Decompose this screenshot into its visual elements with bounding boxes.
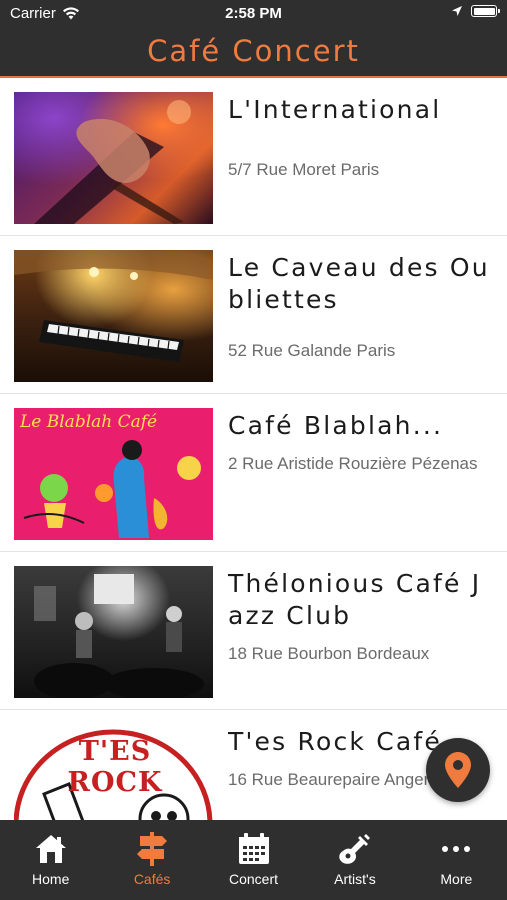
tab-label: Concert: [229, 871, 279, 887]
cafe-list[interactable]: L'International 5/7 Rue Moret Paris Le C…: [0, 78, 507, 820]
home-icon: [35, 835, 66, 863]
status-time: 2:58 PM: [225, 5, 282, 22]
page-title: Café Concert: [147, 34, 360, 68]
cafe-name: Thélonious Café Jazz Club: [228, 569, 482, 630]
cafe-row[interactable]: Le Blablah Café Café Blablah... 2 Rue Ar…: [0, 394, 507, 552]
tab-more[interactable]: More: [406, 820, 507, 900]
piano-photo-art: [14, 250, 213, 362]
status-bar: Carrier 2:58 PM: [0, 0, 507, 28]
more-icon: [442, 846, 471, 852]
tab-label: Artist's: [334, 871, 376, 887]
tab-label: More: [440, 871, 473, 887]
cafe-name: Le Caveau des Oubliettes: [228, 253, 490, 314]
cafe-name: Café Blablah...: [228, 411, 444, 440]
tab-home[interactable]: Home: [0, 820, 101, 900]
cafe-address: 5/7 Rue Moret Paris: [228, 160, 380, 179]
piano-cellar-photo: [14, 250, 213, 382]
map-button[interactable]: [426, 738, 490, 802]
tab-label: Home: [32, 871, 70, 887]
cafe-row[interactable]: L'International 5/7 Rue Moret Paris: [0, 78, 507, 236]
tab-artists[interactable]: Artist's: [304, 820, 405, 900]
cafe-name: L'International: [228, 95, 442, 124]
guitar-photo-art: [34, 100, 191, 224]
app-header: Carrier 2:58 PM Café Concert: [0, 0, 507, 78]
calendar-icon: [238, 833, 269, 864]
band-photo-art: [34, 574, 204, 698]
guitarist-photo: [14, 92, 213, 224]
tab-concert[interactable]: Concert: [203, 820, 304, 900]
tab-cafes[interactable]: Cafés: [101, 820, 202, 900]
tab-bar: Home Cafés Concert Artist's More: [0, 820, 507, 900]
saxophonist-poster: Le Blablah Café: [14, 408, 213, 540]
signpost-icon: [137, 832, 168, 866]
tes-rock-logo: T'ES ROCK: [14, 724, 213, 820]
cafe-row[interactable]: Thélonious Café Jazz Club 18 Rue Bourbon…: [0, 552, 507, 710]
cafe-address: 2 Rue Aristide Rouzière Pézenas: [228, 454, 478, 473]
logo-text: T'ES ROCK: [67, 736, 163, 798]
guitar-icon: [339, 834, 370, 864]
cafe-address: 52 Rue Galande Paris: [228, 341, 396, 360]
cafe-address: 18 Rue Bourbon Bordeaux: [228, 644, 430, 663]
jazz-band-photo: [14, 566, 213, 698]
tab-label: Cafés: [133, 871, 171, 887]
battery-icon: [471, 5, 500, 17]
status-right: [451, 5, 500, 17]
map-pin-icon: [445, 752, 471, 788]
poster-art: [23, 440, 201, 538]
location-arrow-icon: [452, 6, 462, 16]
cafe-row[interactable]: Le Caveau des Oubliettes 52 Rue Galande …: [0, 236, 507, 394]
